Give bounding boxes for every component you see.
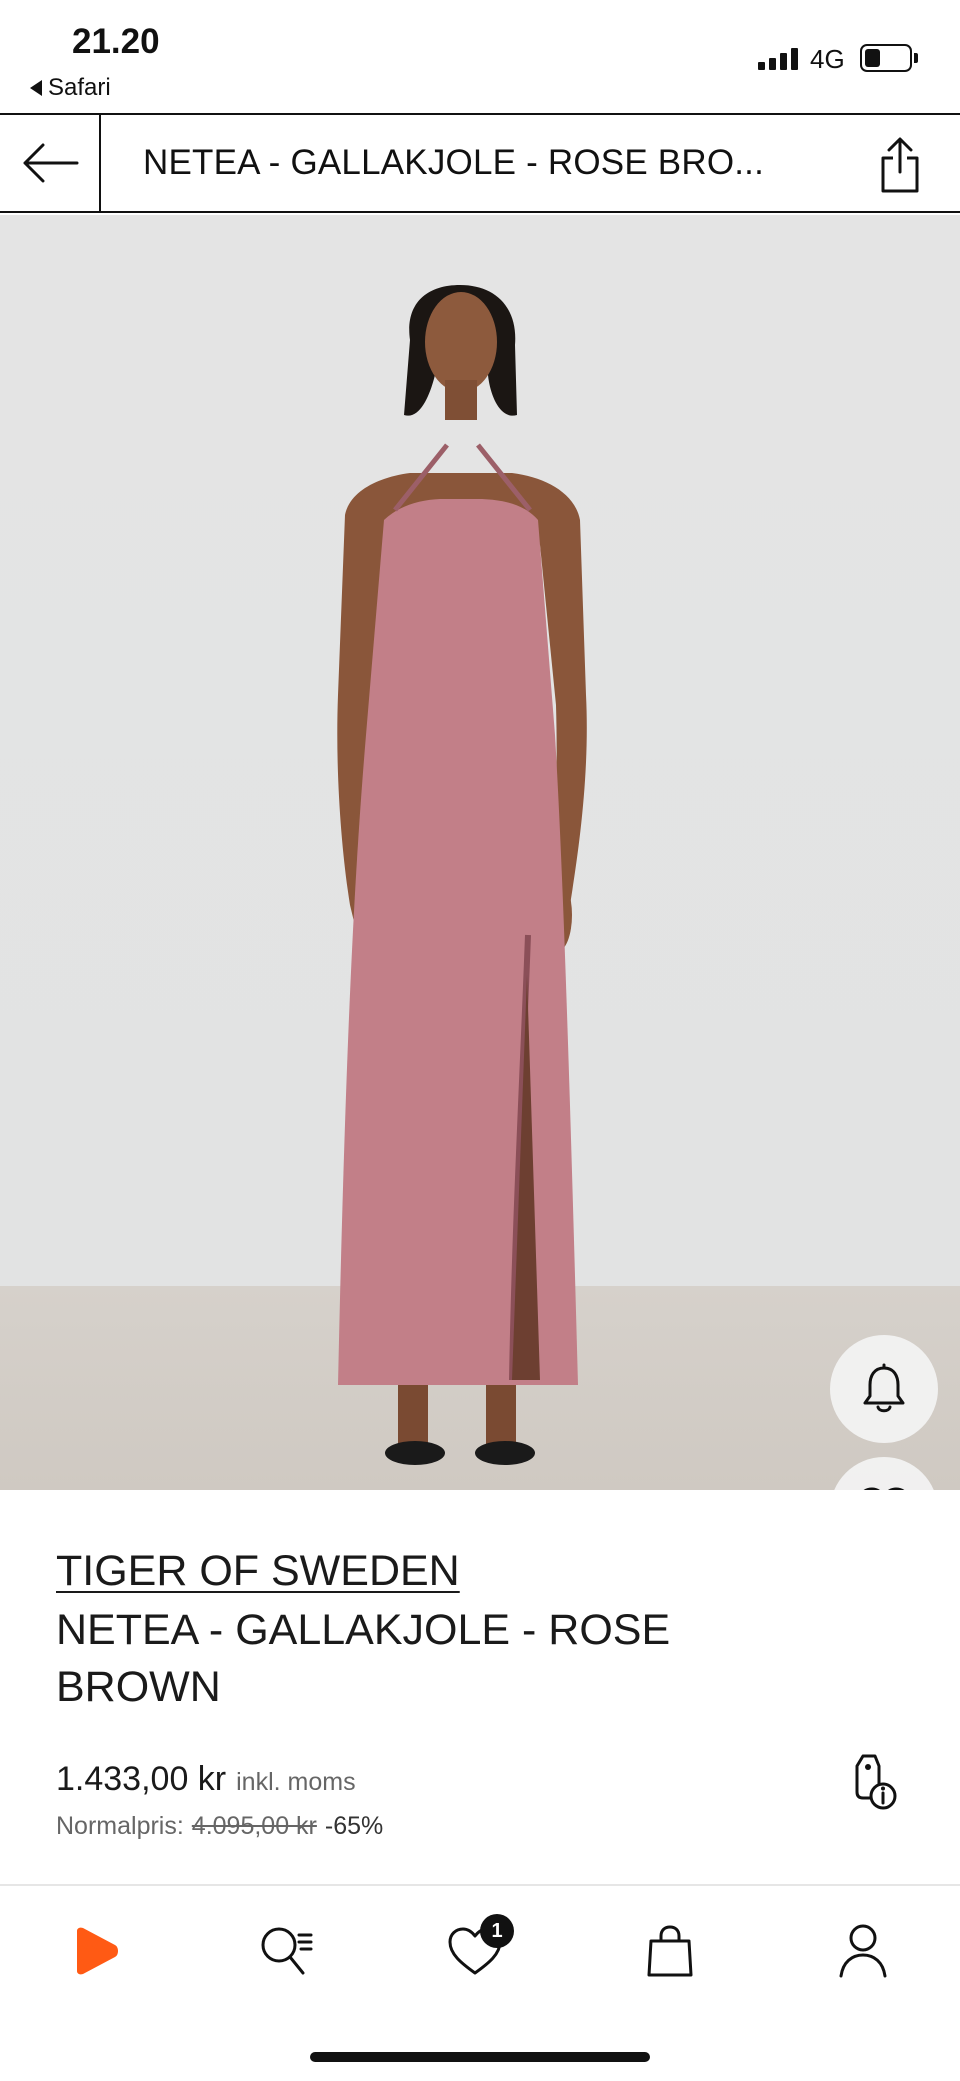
back-app-label: Safari — [48, 74, 111, 101]
nav-bar: NETEA - GALLAKJOLE - ROSE BRO... — [0, 113, 960, 213]
bell-icon — [863, 1363, 905, 1413]
product-image[interactable] — [0, 215, 960, 1490]
tab-bar: 1 — [0, 1886, 960, 2006]
tab-account[interactable] — [828, 1916, 898, 1986]
back-triangle-icon — [30, 80, 42, 96]
old-price: 4.095,00 kr — [191, 1812, 317, 1840]
search-icon — [261, 1927, 313, 1975]
status-bar: 21.20 Safari 4G — [0, 0, 960, 113]
shopping-bag-icon — [647, 1925, 693, 1977]
share-button[interactable] — [870, 135, 930, 195]
price-tag-info-icon — [855, 1754, 897, 1810]
share-icon — [881, 137, 919, 193]
back-button[interactable] — [0, 115, 101, 211]
zalando-logo-icon — [77, 1927, 118, 1975]
brand-link[interactable]: TIGER OF SWEDEN — [56, 1547, 460, 1596]
price-alert-button[interactable] — [830, 1335, 938, 1443]
home-indicator — [310, 2052, 650, 2062]
user-icon — [839, 1924, 887, 1978]
normal-price-label: Normalpris: — [56, 1812, 184, 1840]
price-row: 1.433,00 kr inkl. moms — [56, 1760, 356, 1799]
page-title: NETEA - GALLAKJOLE - ROSE BRO... — [143, 143, 765, 182]
price-info-button[interactable] — [845, 1752, 901, 1812]
tab-wishlist[interactable]: 1 — [440, 1914, 514, 1986]
normal-price-row: Normalpris: 4.095,00 kr -65% — [56, 1812, 383, 1841]
product-name: NETEA - GALLAKJOLE - ROSE BROWN — [56, 1606, 671, 1711]
status-time: 21.20 — [72, 22, 160, 61]
vat-note: inkl. moms — [236, 1768, 356, 1796]
battery-icon — [860, 44, 912, 72]
signal-icon — [758, 46, 798, 70]
network-type: 4G — [810, 44, 845, 74]
tab-home[interactable] — [60, 1916, 130, 1986]
arrow-left-icon — [23, 143, 78, 183]
heart-icon — [863, 1487, 905, 1490]
tab-bag[interactable] — [635, 1916, 705, 1986]
tab-search[interactable] — [252, 1916, 322, 1986]
back-to-safari[interactable]: Safari — [30, 74, 111, 102]
discount-badge: -65% — [324, 1812, 384, 1840]
current-price: 1.433,00 kr — [56, 1760, 227, 1798]
battery-tip — [914, 53, 918, 63]
model-photo — [337, 285, 587, 1465]
wishlist-count-badge: 1 — [480, 1914, 514, 1948]
